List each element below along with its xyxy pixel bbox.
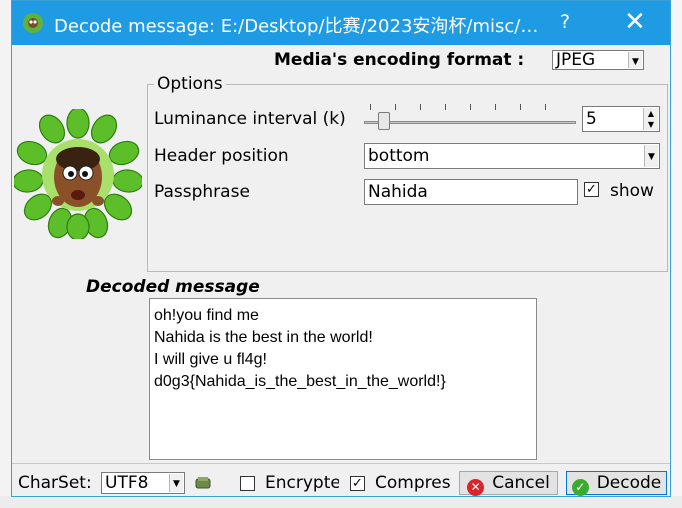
background-app-bottom	[0, 496, 682, 508]
decode-button[interactable]: ✓ Decode	[566, 471, 667, 496]
cancel-icon: ✕	[467, 479, 485, 496]
background-app-right	[670, 0, 682, 508]
charset-edit-icon[interactable]	[194, 474, 212, 492]
luminance-label: Luminance interval (k)	[154, 109, 346, 129]
bottom-bar-separator	[12, 463, 670, 464]
encrypted-label-clip: Encrypted	[265, 473, 339, 495]
slider-track	[364, 121, 576, 124]
options-legend: Options	[154, 74, 226, 94]
luminance-spinbox[interactable]: 5 ▲ ▼	[582, 106, 660, 132]
mascot-image	[14, 109, 142, 239]
window-title: Decode message: E:/Desktop/比赛/2023安洵杯/mi…	[54, 16, 539, 37]
decoded-line: oh!you find me	[154, 307, 259, 324]
charset-select[interactable]: UTF8 ▼	[101, 472, 185, 494]
decoded-message-label: Decoded message	[86, 277, 260, 297]
header-position-select[interactable]: bottom ▼	[364, 143, 660, 169]
charset-label: CharSet:	[18, 473, 92, 493]
chevron-down-icon: ▼	[628, 52, 642, 68]
media-format-value: JPEG	[556, 50, 596, 70]
cancel-label: Cancel	[492, 473, 550, 493]
luminance-value: 5	[586, 109, 597, 129]
app-icon	[23, 13, 43, 33]
header-position-value: bottom	[368, 146, 430, 166]
decoded-line: Nahida is the best in the world!	[154, 329, 373, 346]
encrypted-label: Encrypted	[265, 473, 339, 493]
decoded-message-textarea[interactable]: oh!you find me Nahida is the best in the…	[149, 298, 537, 460]
show-checkbox[interactable]: ✓	[584, 182, 599, 197]
passphrase-label: Passphrase	[154, 182, 250, 202]
cancel-button[interactable]: ✕ Cancel	[459, 471, 558, 496]
spin-up-icon[interactable]: ▲	[643, 108, 658, 119]
spin-down-icon[interactable]: ▼	[643, 119, 658, 130]
slider-ticks	[370, 104, 570, 110]
encrypted-checkbox[interactable]	[240, 476, 255, 491]
decode-dialog: Decode message: E:/Desktop/比赛/2023安洵杯/mi…	[11, 0, 671, 497]
passphrase-value: Nahida	[368, 182, 428, 202]
header-position-label: Header position	[154, 146, 289, 166]
slider-handle[interactable]	[378, 112, 390, 130]
luminance-slider[interactable]	[364, 101, 576, 135]
charset-value: UTF8	[105, 473, 149, 493]
help-button[interactable]: ?	[560, 11, 570, 33]
media-format-select[interactable]: JPEG ▼	[552, 50, 644, 70]
compress-checkbox[interactable]: ✓	[350, 476, 365, 491]
chevron-down-icon: ▼	[644, 145, 658, 167]
decode-icon: ✓	[571, 479, 589, 496]
decode-label: Decode	[596, 473, 662, 493]
decoded-line: d0g3{Nahida_is_the_best_in_the_world!}	[154, 373, 446, 390]
passphrase-input[interactable]: Nahida	[364, 179, 578, 205]
chevron-down-icon: ▼	[169, 474, 183, 492]
media-format-label: Media's encoding format :	[274, 50, 525, 70]
decoded-line: I will give u fl4g!	[154, 351, 267, 368]
show-label: show	[610, 181, 654, 201]
close-button[interactable]: ✕	[624, 7, 646, 37]
compress-label: Compres	[375, 473, 451, 493]
title-bar[interactable]: Decode message: E:/Desktop/比赛/2023安洵杯/mi…	[12, 1, 670, 45]
